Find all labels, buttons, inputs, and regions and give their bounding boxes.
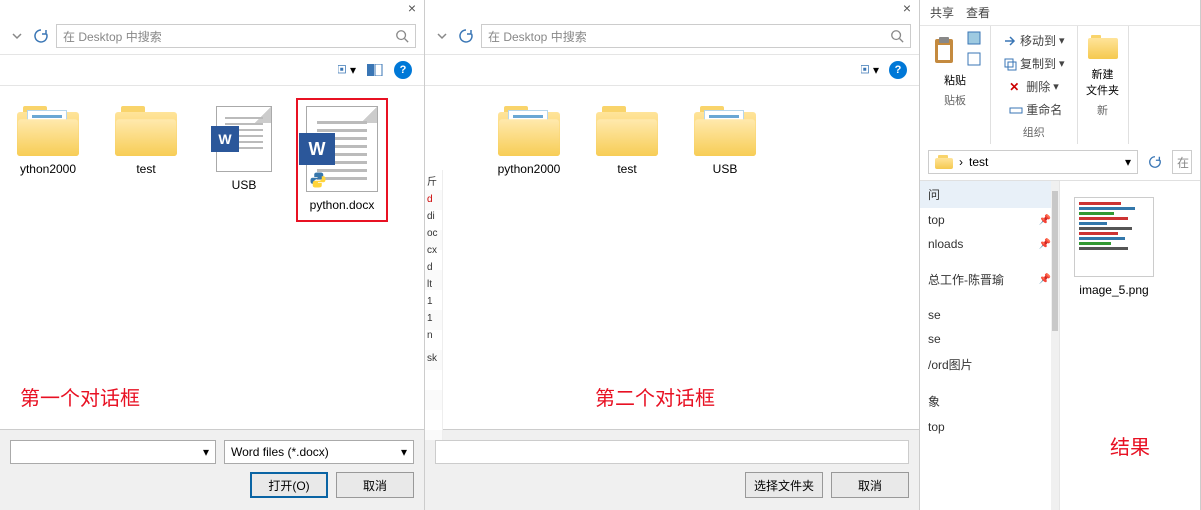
help-icon[interactable]: ?: [394, 61, 412, 79]
folder-item[interactable]: USB: [681, 100, 769, 184]
help-icon[interactable]: ?: [889, 61, 907, 79]
python-icon: [309, 171, 327, 189]
clipboard-small-icon[interactable]: [966, 51, 982, 70]
scrollbar[interactable]: [1051, 181, 1059, 510]
folder-item[interactable]: test: [583, 100, 671, 184]
sidebar-item[interactable]: [920, 378, 1059, 388]
new-folder-button[interactable]: [1086, 30, 1120, 64]
filename-combo[interactable]: ▾: [10, 440, 216, 464]
sidebar-item[interactable]: top📌: [920, 208, 1059, 232]
dropdown-icon[interactable]: [8, 25, 26, 47]
sidebar-item[interactable]: /ord图片: [920, 351, 1059, 378]
search-input[interactable]: 在 Desktop 中搜索: [56, 24, 416, 48]
folder-icon: [115, 106, 177, 156]
sidebar-item[interactable]: 总工作-陈晋瑜📌: [920, 266, 1059, 293]
sidebar-item[interactable]: 问: [920, 181, 1059, 208]
view-options-icon[interactable]: ▾: [338, 61, 356, 79]
result-label: 结果: [1110, 431, 1150, 460]
refresh-icon[interactable]: [455, 25, 477, 47]
copy-to-button[interactable]: 复制到 ▾: [999, 53, 1069, 74]
docx-icon: W: [306, 106, 378, 192]
explorer-window: 共享 查看 粘贴 贴板 移动到 ▾ 复制到 ▾ ✕删除 ▾ 重命名: [920, 0, 1201, 510]
sidebar-item[interactable]: nloads📌: [920, 232, 1059, 256]
filetype-combo[interactable]: Word files (*.docx)▾: [224, 440, 414, 464]
close-icon[interactable]: ×: [408, 0, 416, 16]
file-item[interactable]: image_5.png: [1070, 191, 1158, 305]
folder-item[interactable]: test: [102, 100, 190, 220]
move-to-button[interactable]: 移动到 ▾: [999, 30, 1069, 51]
search-input[interactable]: 在: [1172, 150, 1192, 174]
caption-label: 第二个对话框: [595, 382, 715, 411]
paste-icon[interactable]: [928, 33, 962, 67]
folder-item[interactable]: ython2000: [4, 100, 92, 220]
sidebar-item[interactable]: se: [920, 303, 1059, 327]
file-area: image_5.png 结果: [1060, 181, 1200, 510]
sidebar-item[interactable]: [920, 256, 1059, 266]
nav-sidebar: 问 top📌 nloads📌 总工作-陈晋瑜📌 se se /ord图片 象 t…: [920, 181, 1060, 510]
folder-icon: [17, 106, 79, 156]
file-area: ython2000 test W USB W python.docx 第一个对话…: [0, 86, 424, 429]
pin-icon: 📌: [1039, 274, 1051, 285]
folder-icon: [596, 106, 658, 156]
select-folder-button[interactable]: 选择文件夹: [745, 472, 823, 498]
sidebar-item[interactable]: [920, 293, 1059, 303]
close-icon[interactable]: ×: [903, 0, 911, 16]
search-placeholder: 在 Desktop 中搜索: [63, 28, 162, 45]
pin-icon: 📌: [1039, 215, 1051, 226]
dialog-1: × 在 Desktop 中搜索 ▾ ? ython2000 test W USB…: [0, 0, 425, 510]
file-item[interactable]: W USB: [200, 100, 288, 220]
caption-label: 第一个对话框: [20, 382, 140, 411]
folder-path-input[interactable]: [435, 440, 909, 464]
tab-view[interactable]: 查看: [966, 4, 990, 21]
folder-icon: [498, 106, 560, 156]
open-button[interactable]: 打开(O): [250, 472, 328, 498]
file-item-selected[interactable]: W python.docx: [298, 100, 386, 220]
folder-icon: [694, 106, 756, 156]
toolbar: 在 Desktop 中搜索: [0, 18, 424, 55]
delete-button[interactable]: ✕删除 ▾: [1005, 76, 1066, 97]
image-thumbnail-icon: [1074, 197, 1154, 277]
docx-icon: W: [216, 106, 272, 172]
dialog-footer: ▾ Word files (*.docx)▾ 打开(O) 取消: [0, 429, 424, 510]
sidebar-item[interactable]: se: [920, 327, 1059, 351]
sidebar-item[interactable]: 象: [920, 388, 1059, 415]
tab-share[interactable]: 共享: [930, 4, 954, 21]
view-options-icon[interactable]: ▾: [861, 61, 879, 79]
search-input[interactable]: 在 Desktop 中搜索: [481, 24, 911, 48]
cancel-button[interactable]: 取消: [831, 472, 909, 498]
cancel-button[interactable]: 取消: [336, 472, 414, 498]
preview-pane-icon[interactable]: [366, 61, 384, 79]
sidebar-item[interactable]: top: [920, 415, 1059, 439]
refresh-icon[interactable]: [30, 25, 52, 47]
ribbon: 粘贴 贴板 移动到 ▾ 复制到 ▾ ✕删除 ▾ 重命名 组织 新建 文件夹 新: [920, 25, 1200, 144]
rename-button[interactable]: 重命名: [1005, 99, 1066, 120]
address-bar[interactable]: › test ▾: [928, 150, 1138, 174]
ribbon-tabs: 共享 查看: [920, 0, 1200, 25]
folder-item[interactable]: python2000: [485, 100, 573, 184]
refresh-icon[interactable]: [1144, 151, 1166, 173]
pin-icon: 📌: [1039, 239, 1051, 250]
clipboard-small-icon[interactable]: [966, 30, 982, 49]
dropdown-icon[interactable]: [433, 25, 451, 47]
dialog-2: × 在 Desktop 中搜索 ▾ ? 斤ddioccxdlt11nsk pyt…: [425, 0, 920, 510]
